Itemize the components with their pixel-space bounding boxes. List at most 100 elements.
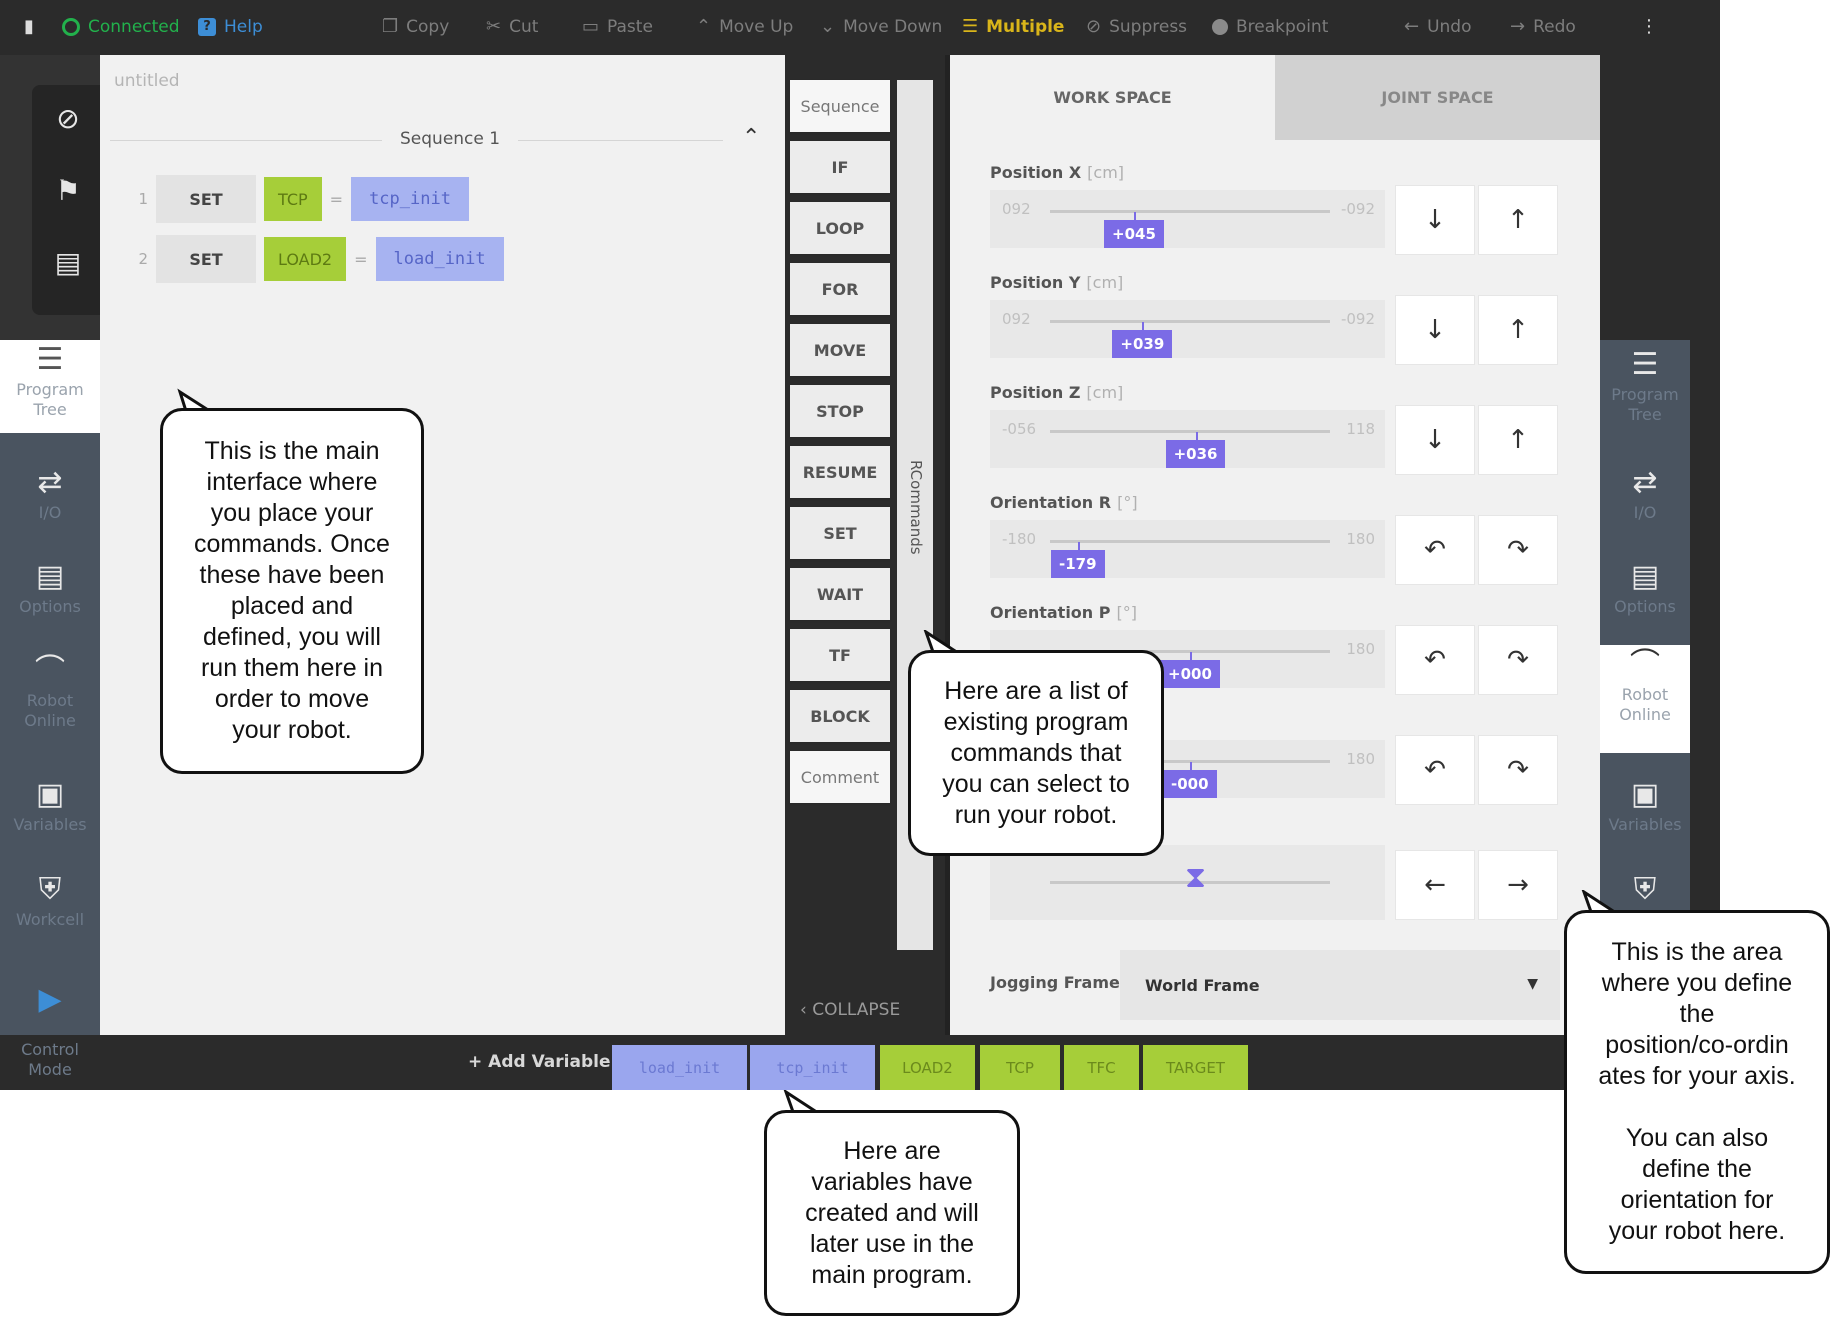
axis-slider[interactable]: -180 180 -179 — [990, 520, 1385, 578]
variable-chip[interactable]: TFC — [1064, 1045, 1139, 1090]
command-block[interactable]: SET — [156, 235, 256, 283]
play-triangle-icon: ▶ — [38, 982, 62, 1017]
program-title[interactable]: untitled — [114, 71, 180, 91]
palette-comment[interactable]: Comment — [790, 751, 890, 803]
slider-thumb[interactable]: +036 — [1165, 432, 1226, 468]
program-row[interactable]: 2 SET LOAD2 = load_init — [130, 233, 504, 285]
palette-set[interactable]: SET — [790, 507, 890, 559]
slider-thumb[interactable]: -179 — [1051, 542, 1105, 578]
rotate-ccw-button[interactable]: ↶ — [1395, 735, 1475, 805]
slider-thumb[interactable]: -000 — [1163, 762, 1217, 798]
collapse-sequence-icon[interactable]: ⌃ — [742, 125, 760, 150]
command-block[interactable]: SET — [156, 175, 256, 223]
decrease-button[interactable]: ↓ — [1395, 185, 1475, 255]
variable-chip[interactable]: tcp_init — [750, 1045, 875, 1090]
palette-sequence[interactable]: Sequence — [790, 80, 890, 132]
axis-slider[interactable]: 092 -092 +039 — [990, 300, 1385, 358]
variable-chip[interactable]: TCP — [980, 1045, 1060, 1090]
value-slot[interactable]: load_init — [375, 237, 504, 281]
breakpoint-button[interactable]: Breakpoint — [1212, 15, 1328, 39]
gripper-close-button[interactable]: ← — [1395, 850, 1475, 920]
palette-block[interactable]: BLOCK — [790, 690, 890, 742]
variable-slot[interactable]: LOAD2 — [264, 237, 347, 281]
move-up-button[interactable]: ⌃ Move Up — [696, 15, 793, 39]
control-mode-button[interactable]: ▶ Control Mode — [0, 960, 100, 1090]
rotate-ccw-button[interactable]: ↶ — [1395, 515, 1475, 585]
palette-wait[interactable]: WAIT — [790, 568, 890, 620]
palette-resume[interactable]: RESUME — [790, 446, 890, 498]
connection-status[interactable]: Connected — [62, 15, 180, 39]
add-variable-button[interactable]: + Add Variable — [468, 1052, 610, 1072]
undo-button[interactable]: ← Undo — [1404, 15, 1472, 39]
right-sidebar-item-options[interactable]: ▤ Options — [1600, 557, 1690, 650]
rotate-cw-button[interactable]: ↷ — [1478, 625, 1558, 695]
multiple-button[interactable]: ☰ Multiple — [962, 15, 1064, 39]
decrease-button[interactable]: ↓ — [1395, 295, 1475, 365]
flag-tool-icon[interactable]: ⚑ — [50, 173, 86, 209]
slider-thumb[interactable]: +039 — [1112, 322, 1173, 358]
paste-button[interactable]: ▭ Paste — [582, 15, 653, 39]
axis-slider[interactable]: -056 118 +036 — [990, 410, 1385, 468]
device-icon[interactable]: ▮ — [24, 15, 34, 39]
right-sidebar-item-io[interactable]: ⇄ I/O — [1600, 463, 1690, 556]
tab-work-space[interactable]: WORK SPACE — [950, 55, 1275, 140]
help-button[interactable]: ? Help — [198, 15, 263, 39]
slider-thumb[interactable]: +000 — [1160, 652, 1220, 688]
program-row[interactable]: 1 SET TCP = tcp_init — [130, 173, 469, 225]
suppress-tool-icon[interactable]: ⊘ — [50, 101, 86, 137]
gripper-open-button[interactable]: → — [1478, 850, 1558, 920]
right-sidebar-item-robot-online[interactable]: ⌒ Robot Online — [1600, 645, 1690, 753]
jogging-frame-select[interactable]: World Frame ▼ — [1120, 950, 1560, 1020]
palette-for[interactable]: FOR — [790, 263, 890, 315]
rotate-ccw-button[interactable]: ↶ — [1395, 625, 1475, 695]
copy-icon: ❐ — [382, 16, 399, 37]
sidebar-item-program-tree[interactable]: ☰ Program Tree — [0, 340, 100, 433]
sidebar-item-io[interactable]: ⇄ I/O — [0, 463, 100, 556]
variable-slot[interactable]: TCP — [264, 177, 322, 221]
arrow-left-icon: ← — [1404, 16, 1420, 37]
gripper-handle-icon[interactable]: ⧗ — [1185, 860, 1206, 895]
sidebar-item-workcell[interactable]: ⛨ Workcell — [0, 870, 100, 963]
more-menu-button[interactable]: ⋮ — [1640, 15, 1658, 39]
move-down-button[interactable]: ⌄ Move Down — [820, 15, 942, 39]
right-sidebar-item-program-tree[interactable]: ☰ Program Tree — [1600, 345, 1690, 438]
increase-button[interactable]: ↑ — [1478, 405, 1558, 475]
slider-thumb[interactable]: +045 — [1104, 212, 1164, 248]
variable-chip[interactable]: TARGET — [1143, 1045, 1248, 1090]
arrow-left-icon: ← — [1424, 870, 1446, 900]
copy-button[interactable]: ❐ Copy — [382, 15, 449, 39]
axis-slider[interactable]: 092 -092 +045 — [990, 190, 1385, 248]
kebab-menu-icon: ⋮ — [1640, 16, 1658, 37]
palette-tf[interactable]: TF — [790, 629, 890, 681]
increase-button[interactable]: ↑ — [1478, 295, 1558, 365]
palette-loop[interactable]: LOOP — [790, 202, 890, 254]
variable-chip[interactable]: load_init — [612, 1045, 747, 1090]
suppress-button[interactable]: ⊘ Suppress — [1086, 15, 1187, 39]
rotate-cw-button[interactable]: ↷ — [1478, 735, 1558, 805]
arrow-up-icon: ↑ — [1507, 205, 1529, 235]
sidebar-item-robot-online[interactable]: ⌒ Robot Online — [0, 651, 100, 744]
cut-button[interactable]: ✂ Cut — [486, 15, 538, 39]
rotate-ccw-icon: ↶ — [1424, 645, 1446, 675]
variable-chip[interactable]: LOAD2 — [880, 1045, 975, 1090]
right-sidebar-item-variables[interactable]: ▣ Variables — [1600, 775, 1690, 868]
sidebar-item-variables[interactable]: ▣ Variables — [0, 775, 100, 868]
multiple-select-icon: ☰ — [962, 16, 979, 37]
palette-if[interactable]: IF — [790, 141, 890, 193]
rotate-ccw-icon: ↶ — [1424, 535, 1446, 565]
value-slot[interactable]: tcp_init — [351, 177, 469, 221]
tab-joint-space[interactable]: JOINT SPACE — [1275, 55, 1600, 140]
jog-tabs: WORK SPACE JOINT SPACE — [950, 55, 1600, 140]
rotate-cw-button[interactable]: ↷ — [1478, 515, 1558, 585]
caret-down-icon: ⌄ — [820, 16, 836, 37]
palette-move[interactable]: MOVE — [790, 324, 890, 376]
collapse-button[interactable]: ‹ COLLAPSE — [800, 1000, 900, 1020]
window-tool-icon[interactable]: ▤ — [50, 245, 86, 281]
sidebar-item-options[interactable]: ▤ Options — [0, 557, 100, 650]
decrease-button[interactable]: ↓ — [1395, 405, 1475, 475]
palette-stop[interactable]: STOP — [790, 385, 890, 437]
arrow-down-icon: ↓ — [1424, 425, 1446, 455]
left-sidebar: ⊘ ⚑ ▤ ☰ Program Tree ⇄ I/O ▤ Options ⌒ Robot… — [0, 55, 100, 1090]
redo-button[interactable]: → Redo — [1510, 15, 1576, 39]
increase-button[interactable]: ↑ — [1478, 185, 1558, 255]
